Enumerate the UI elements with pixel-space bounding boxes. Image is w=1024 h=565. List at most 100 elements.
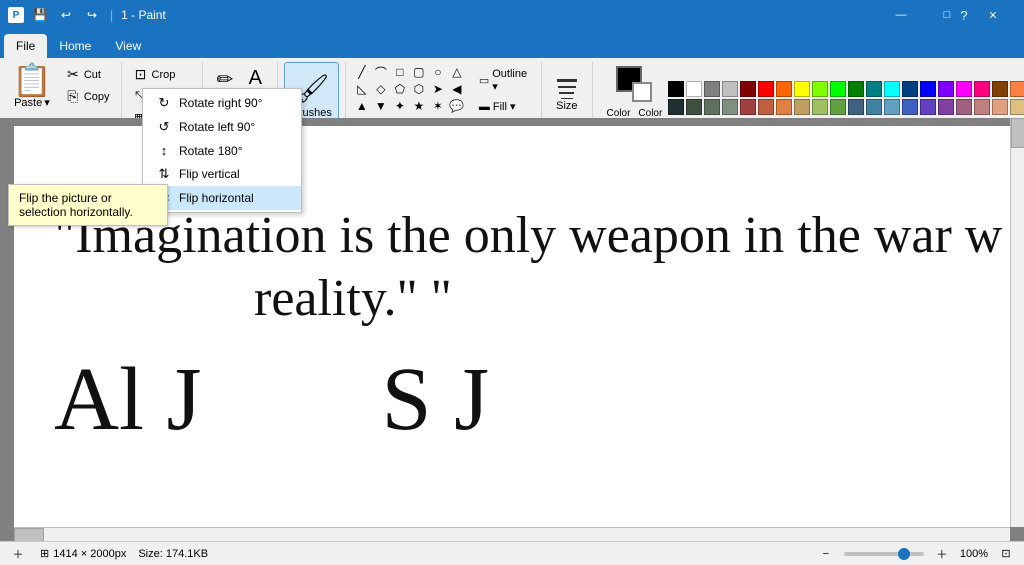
color-b20[interactable] <box>1010 99 1024 115</box>
zoom-slider[interactable] <box>844 552 924 556</box>
color-lime[interactable] <box>812 81 828 97</box>
shape-arrow-down[interactable]: ▼ <box>373 98 389 114</box>
color-magenta[interactable] <box>956 81 972 97</box>
paste-arrow-icon: ▾ <box>44 96 50 109</box>
color-b19[interactable] <box>992 99 1008 115</box>
shape-callout[interactable]: 💬 <box>449 98 465 114</box>
color-green[interactable] <box>830 81 846 97</box>
color-yellow[interactable] <box>794 81 810 97</box>
color-b15[interactable] <box>920 99 936 115</box>
shape-pentagon[interactable]: ⬠ <box>392 81 408 97</box>
color-b18[interactable] <box>974 99 990 115</box>
color2-swatch[interactable] <box>632 82 652 102</box>
shape-arrow-left[interactable]: ◀ <box>449 81 465 97</box>
color-orange[interactable] <box>776 81 792 97</box>
color-b11[interactable] <box>848 99 864 115</box>
crop-button[interactable]: ⊡ Crop <box>128 64 196 85</box>
size-label: Size <box>556 100 577 112</box>
color-red[interactable] <box>758 81 774 97</box>
undo-quick-btn[interactable]: ↩ <box>56 5 76 25</box>
color-b6[interactable] <box>758 99 774 115</box>
rotate-right-90-item[interactable]: ↻ Rotate right 90° <box>143 91 301 115</box>
horizontal-scrollbar[interactable] <box>14 527 1010 541</box>
zoom-out-btn[interactable]: − <box>816 545 836 563</box>
color-b5[interactable] <box>740 99 756 115</box>
color-purple1[interactable] <box>938 81 954 97</box>
shape-round-rect[interactable]: ▢ <box>411 64 427 80</box>
shape-line[interactable]: ╱ <box>354 64 370 80</box>
shape-arrow-up[interactable]: ▲ <box>354 98 370 114</box>
size-line-2 <box>558 86 576 88</box>
shape-rect[interactable]: □ <box>392 64 408 80</box>
rotate-left-label: Rotate left 90° <box>179 120 255 134</box>
shape-right-tri[interactable]: ◺ <box>354 81 370 97</box>
zoom-thumb[interactable] <box>898 548 910 560</box>
shape-triangle[interactable]: △ <box>449 64 465 80</box>
tab-home[interactable]: Home <box>47 34 103 58</box>
flip-vertical-item[interactable]: ⇅ Flip vertical <box>143 162 301 186</box>
flip-v-icon: ⇅ <box>155 166 173 182</box>
rotate-left-90-item[interactable]: ↺ Rotate left 90° <box>143 115 301 139</box>
shape-arrow-right[interactable]: ➤ <box>430 81 446 97</box>
shape-diamond[interactable]: ◇ <box>373 81 389 97</box>
ribbon-tabs: File Home View <box>0 30 1024 58</box>
color-row-1 <box>668 81 1024 97</box>
tab-file[interactable]: File <box>4 34 47 58</box>
outline-button[interactable]: ▭ Outline ▾ <box>475 66 531 95</box>
color-b17[interactable] <box>956 99 972 115</box>
fill-icon: ▬ <box>479 101 490 113</box>
fill-button[interactable]: ▬ Fill ▾ <box>475 98 531 115</box>
shape-ellipse[interactable]: ○ <box>430 64 446 80</box>
minimize-button[interactable]: — <box>878 0 924 30</box>
color-black[interactable] <box>668 81 684 97</box>
color-cyan[interactable] <box>884 81 900 97</box>
paste-button[interactable]: 📋 Paste ▾ <box>6 62 58 111</box>
color-white[interactable] <box>686 81 702 97</box>
color-b16[interactable] <box>938 99 954 115</box>
color-brown[interactable] <box>992 81 1008 97</box>
color-blue[interactable] <box>920 81 936 97</box>
color-b9[interactable] <box>812 99 828 115</box>
color-b2[interactable] <box>686 99 702 115</box>
color-row-2 <box>668 99 1024 115</box>
color-b10[interactable] <box>830 99 846 115</box>
shape-curve[interactable]: ⌒ <box>373 64 389 80</box>
rotate-180-item[interactable]: ↕ Rotate 180° <box>143 139 301 162</box>
color-b13[interactable] <box>884 99 900 115</box>
horizontal-scrollbar-thumb[interactable] <box>14 528 44 541</box>
help-icon[interactable]: ? <box>954 5 974 25</box>
color-b12[interactable] <box>866 99 882 115</box>
save-quick-btn[interactable]: 💾 <box>30 5 50 25</box>
new-canvas-btn[interactable]: ＋ <box>8 545 28 563</box>
color-b7[interactable] <box>776 99 792 115</box>
color-gray[interactable] <box>704 81 720 97</box>
fit-window-btn[interactable]: ⊡ <box>996 545 1016 563</box>
tab-view[interactable]: View <box>103 34 153 58</box>
color-b8[interactable] <box>794 99 810 115</box>
color-b1[interactable] <box>668 99 684 115</box>
flip-horizontal-tooltip: Flip the picture or selection horizontal… <box>8 184 168 226</box>
vertical-scrollbar[interactable] <box>1010 118 1024 527</box>
color-b3[interactable] <box>704 99 720 115</box>
color-b14[interactable] <box>902 99 918 115</box>
color-b4[interactable] <box>722 99 738 115</box>
vertical-scrollbar-thumb[interactable] <box>1011 118 1024 148</box>
copy-button[interactable]: ⎘ Copy <box>60 86 115 107</box>
clipboard-small-btns: ✂ Cut ⎘ Copy <box>60 62 115 107</box>
shape-6point[interactable]: ✶ <box>430 98 446 114</box>
redo-quick-btn[interactable]: ↪ <box>82 5 102 25</box>
shape-4point[interactable]: ✦ <box>392 98 408 114</box>
cut-button[interactable]: ✂ Cut <box>60 64 115 85</box>
color-navy[interactable] <box>902 81 918 97</box>
color-teal[interactable] <box>866 81 882 97</box>
color-maroon[interactable] <box>740 81 756 97</box>
color-salmon[interactable] <box>1010 81 1024 97</box>
color-pink[interactable] <box>974 81 990 97</box>
shape-5point[interactable]: ★ <box>411 98 427 114</box>
close-button[interactable]: ✕ <box>970 0 1016 30</box>
color-silver[interactable] <box>722 81 738 97</box>
zoom-in-btn[interactable]: ＋ <box>932 545 952 563</box>
copy-icon: ⎘ <box>65 88 81 105</box>
shape-hexagon[interactable]: ⬡ <box>411 81 427 97</box>
color-darkgreen[interactable] <box>848 81 864 97</box>
